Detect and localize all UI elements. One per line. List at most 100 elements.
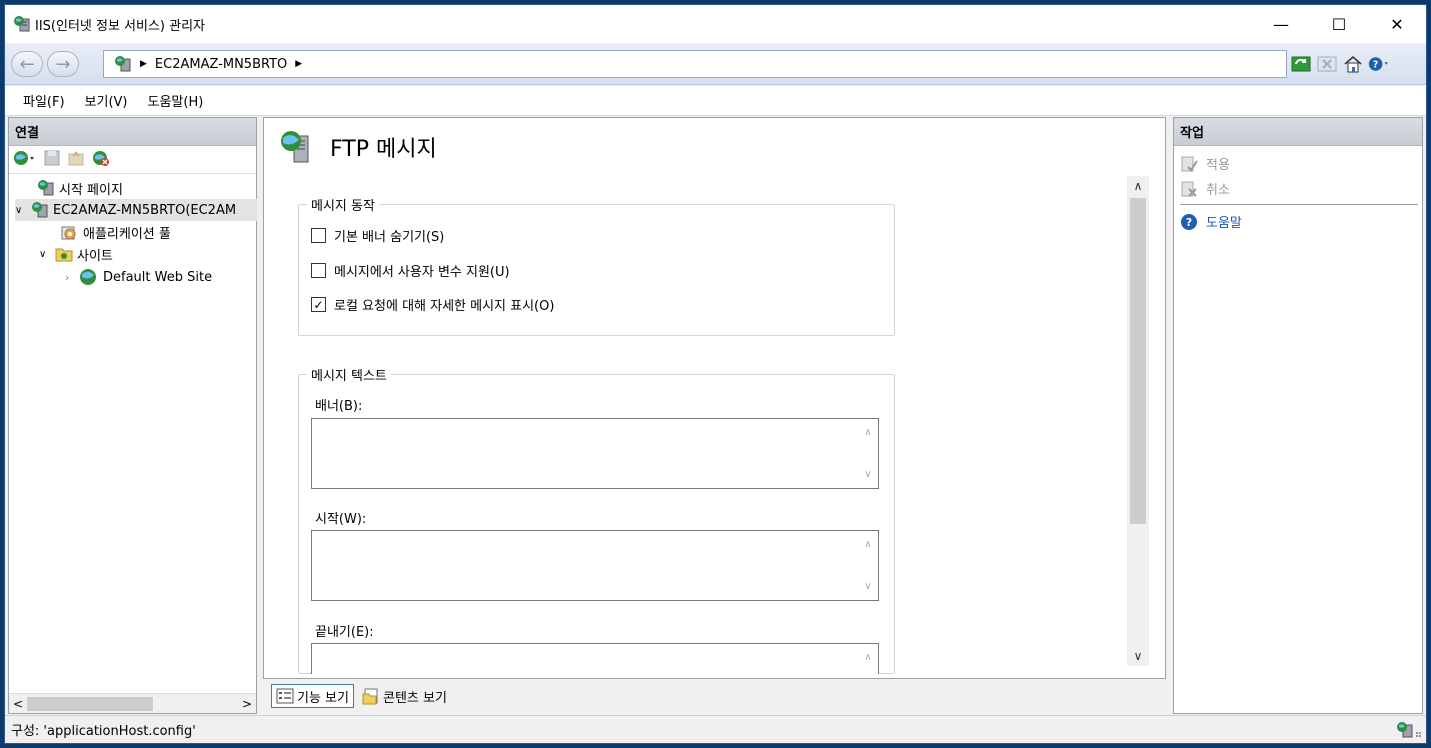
feature-vscrollbar[interactable]: ∧ ∨ (1127, 176, 1149, 666)
banner-textarea[interactable]: ∧ ∨ (311, 418, 879, 489)
server-status-icon (1397, 722, 1421, 738)
actions-divider (1180, 204, 1418, 205)
connections-tree: 시작 페이지 ∨ EC2AMAZ-MN5BRTO(EC2AM 애플리케이션 풀 … (9, 174, 257, 684)
menu-bar: 파일(F) 보기(V) 도움말(H) (5, 86, 1426, 116)
refresh-icon[interactable] (1290, 53, 1312, 75)
svg-text:?: ? (1186, 216, 1192, 229)
action-label: 취소 (1206, 183, 1230, 198)
tree-item-sites[interactable]: ∨ 사이트 (39, 243, 113, 265)
server-icon (115, 56, 131, 72)
breadcrumb-arrow-icon[interactable]: ▶ (140, 59, 147, 69)
connect-globe-icon[interactable] (13, 149, 37, 171)
exit-textarea[interactable]: ∧ (311, 643, 879, 674)
tab-content-view[interactable]: 콘텐츠 보기 (358, 684, 451, 708)
iis-manager-window: IIS(인터넷 정보 서비스) 관리자 — ☐ ✕ ← → ▶ EC2AMAZ-… (4, 4, 1427, 744)
actions-header: 작업 (1174, 118, 1422, 146)
checkbox-label: 메시지에서 사용자 변수 지원(U) (334, 265, 510, 280)
menu-view[interactable]: 보기(V) (85, 91, 128, 110)
sites-folder-icon (55, 248, 73, 262)
checkbox-box[interactable] (311, 228, 326, 243)
welcome-textarea[interactable]: ∧ ∨ (311, 530, 879, 601)
address-bar[interactable]: ▶ EC2AMAZ-MN5BRTO ▶ (103, 50, 1287, 78)
tree-label: 시작 페이지 (59, 182, 123, 198)
action-apply[interactable]: 적용 (1180, 154, 1230, 173)
menu-help[interactable]: 도움말(H) (148, 91, 204, 110)
connections-hscrollbar[interactable]: < > (9, 693, 256, 713)
tree-label: Default Web Site (103, 269, 213, 285)
tab-label: 콘텐츠 보기 (382, 690, 447, 706)
action-help[interactable]: ? 도움말 (1180, 212, 1242, 231)
connections-panel: 연결 시작 페이지 ∨ EC2AMAZ-MN5BRTO(EC2AM 애플리케이션… (8, 117, 257, 714)
chevron-down-icon[interactable]: ∨ (39, 249, 55, 260)
forward-button[interactable]: → (47, 51, 79, 77)
tree-label: EC2AMAZ-MN5BRTO(EC2AM (53, 202, 237, 218)
group-label: 메시지 텍스트 (307, 365, 391, 384)
checkbox-label: 로컬 요청에 대해 자세한 메시지 표시(O) (334, 299, 555, 314)
connections-header: 연결 (9, 118, 256, 146)
detailed-local-messages-checkbox[interactable]: ✓ 로컬 요청에 대해 자세한 메시지 표시(O) (311, 295, 554, 314)
textarea-scrollbar[interactable]: ∧ ∨ (860, 533, 876, 598)
menu-file[interactable]: 파일(F) (23, 91, 65, 110)
stop-icon[interactable] (1316, 53, 1338, 75)
actions-panel: 작업 적용 취소 ? 도움말 (1173, 117, 1423, 714)
textarea-scrollbar[interactable]: ∧ ∨ (860, 421, 876, 486)
start-page-icon (38, 180, 54, 196)
view-tabs: 기능 보기 콘텐츠 보기 (271, 682, 451, 710)
window-title: IIS(인터넷 정보 서비스) 관리자 (35, 18, 206, 34)
scroll-right-button[interactable]: > (242, 697, 252, 711)
apply-icon (1181, 156, 1198, 172)
tree-label: 애플리케이션 풀 (83, 226, 171, 242)
action-label: 적용 (1206, 158, 1230, 173)
save-icon (43, 149, 61, 171)
welcome-label: 시작(W): (315, 512, 367, 527)
banner-label: 배너(B): (315, 399, 363, 414)
status-text: 구성: 'applicationHost.config' (11, 724, 196, 739)
breadcrumb-arrow-icon[interactable]: ▶ (295, 59, 302, 69)
tree-item-start-page[interactable]: 시작 페이지 (37, 177, 123, 199)
tree-item-server[interactable]: ∨ EC2AMAZ-MN5BRTO(EC2AM (15, 199, 257, 221)
scroll-up-button[interactable]: ∧ (1127, 176, 1149, 196)
group-label: 메시지 동작 (307, 195, 379, 214)
tree-label: 사이트 (77, 248, 113, 264)
close-button[interactable]: ✕ (1368, 5, 1426, 43)
tree-item-default-web-site[interactable]: › Default Web Site (65, 266, 212, 288)
maximize-button[interactable]: ☐ (1310, 5, 1368, 43)
checkbox-label: 기본 배너 숨기기(S) (334, 230, 445, 245)
message-text-group: 메시지 텍스트 배너(B): ∧ ∨ 시작(W): ∧ ∨ 끝내기(E): ∧ (298, 365, 895, 674)
home-icon[interactable] (1342, 53, 1364, 75)
title-bar: IIS(인터넷 정보 서비스) 관리자 — ☐ ✕ (5, 5, 1426, 43)
breadcrumb-server[interactable]: EC2AMAZ-MN5BRTO (155, 57, 287, 72)
disconnect-icon[interactable] (91, 149, 111, 171)
checkbox-box[interactable]: ✓ (311, 297, 326, 312)
up-level-icon (67, 149, 85, 171)
chevron-down-icon[interactable]: ∨ (15, 205, 31, 216)
cancel-icon (1181, 181, 1197, 197)
app-pool-icon (61, 226, 76, 240)
ftp-server-icon (281, 131, 309, 163)
help-icon: ? (1181, 213, 1197, 230)
feature-header: FTP 메시지 (280, 130, 437, 164)
tree-item-app-pools[interactable]: 애플리케이션 풀 (59, 221, 171, 243)
back-button[interactable]: ← (11, 51, 43, 77)
scroll-thumb[interactable] (1130, 198, 1146, 524)
action-cancel[interactable]: 취소 (1180, 179, 1230, 198)
status-bar: 구성: 'applicationHost.config' (5, 715, 1426, 743)
action-label: 도움말 (1206, 216, 1242, 231)
support-user-variables-checkbox[interactable]: 메시지에서 사용자 변수 지원(U) (311, 261, 510, 280)
feature-panel: FTP 메시지 메시지 동작 기본 배너 숨기기(S) 메시지에서 사용자 변수… (263, 117, 1166, 679)
checkbox-box[interactable] (311, 263, 326, 278)
tab-features-view[interactable]: 기능 보기 (271, 684, 354, 708)
help-dropdown-icon[interactable]: ? (1368, 53, 1390, 75)
minimize-button[interactable]: — (1252, 5, 1310, 43)
scroll-left-button[interactable]: < (13, 697, 23, 711)
scroll-down-button[interactable]: ∨ (1127, 646, 1149, 666)
navigation-bar: ← → ▶ EC2AMAZ-MN5BRTO ▶ ? (5, 43, 1426, 85)
scroll-thumb[interactable] (27, 697, 153, 711)
page-title: FTP 메시지 (330, 137, 437, 162)
chevron-right-icon[interactable]: › (65, 271, 79, 284)
server-icon (32, 202, 48, 218)
svg-text:?: ? (1373, 59, 1378, 70)
iis-app-icon (14, 16, 30, 32)
hide-default-banner-checkbox[interactable]: 기본 배너 숨기기(S) (311, 226, 444, 245)
textarea-scrollbar[interactable]: ∧ (860, 646, 876, 672)
